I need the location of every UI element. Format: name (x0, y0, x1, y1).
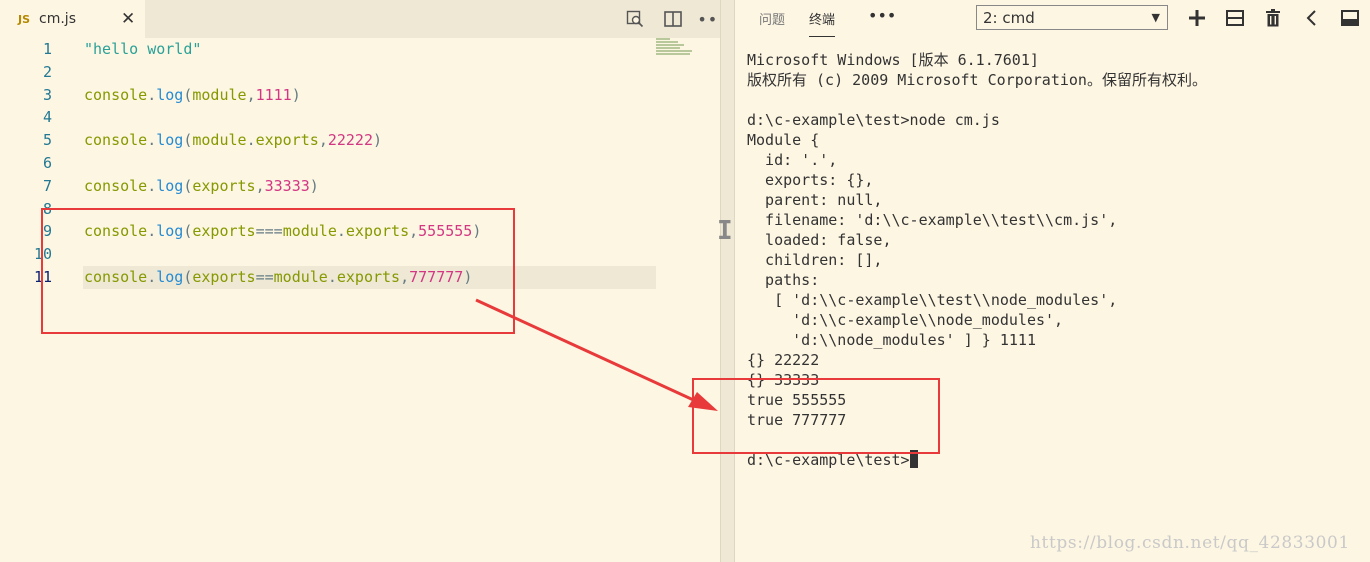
plus-icon[interactable] (1185, 6, 1209, 30)
minimap[interactable] (656, 38, 706, 68)
code-token: ) (309, 176, 319, 195)
watermark: https://blog.csdn.net/qq_42833001 (1030, 533, 1350, 553)
code-token: ) (291, 85, 301, 104)
code-token: log (156, 85, 184, 104)
chevron-down-icon: ▼ (1151, 11, 1160, 24)
code-token: console (84, 131, 148, 150)
open-preview-icon[interactable] (624, 7, 646, 31)
code-text: console.log(module.exports,22222) (84, 129, 382, 152)
code-token: exports (192, 176, 256, 195)
code-line[interactable]: 7 console.log(exports,33333) (0, 175, 656, 198)
code-text: console.log(exports,33333) (84, 175, 319, 198)
line-number: 7 (42, 176, 52, 195)
terminal-line: 'd:\\node_modules' ] } 1111 (747, 331, 1036, 349)
terminal-line: exports: {}, (747, 171, 874, 189)
highlight-box-output (692, 378, 940, 454)
code-line[interactable]: 1 "hello world" (0, 38, 656, 61)
code-token: log (156, 176, 184, 195)
highlight-box-code (41, 208, 515, 334)
code-line[interactable]: 2 (0, 61, 656, 84)
more-icon[interactable]: ••• (868, 6, 896, 25)
tab-problems[interactable]: 问题 (759, 9, 785, 28)
code-token: console (84, 85, 148, 104)
chevron-left-icon[interactable] (1300, 6, 1324, 30)
code-text: "hello world" (84, 38, 201, 61)
line-number: 4 (42, 108, 52, 127)
split-editor-icon[interactable] (662, 7, 684, 31)
code-line[interactable]: 3 console.log(module,1111) (0, 84, 656, 107)
terminal-line: parent: null, (747, 191, 883, 209)
terminal-line: filename: 'd:\\c-example\\test\\cm.js', (747, 211, 1118, 229)
tab-cm-js[interactable]: JS cm.js ✕ (0, 0, 145, 38)
panel: 问题 终端 ••• 2: cmd ▼ Microsoft Windows [版本… (735, 0, 1370, 562)
code-token: "hello world" (84, 40, 202, 58)
code-token: console (84, 176, 148, 195)
line-number: 1 (42, 40, 52, 58)
js-file-icon: JS (18, 12, 31, 26)
code-line[interactable]: 5 console.log(module.exports,22222) (0, 129, 656, 152)
panel-tab-bar: 问题 终端 ••• 2: cmd ▼ (735, 0, 1370, 38)
line-number: 6 (42, 153, 52, 172)
code-token: . (147, 85, 157, 104)
terminal-select[interactable]: 2: cmd ▼ (976, 5, 1168, 30)
terminal-select-value: 2: cmd (983, 9, 1035, 27)
code-token: . (147, 131, 157, 150)
code-token: module (192, 85, 247, 104)
code-token: exports (255, 131, 319, 150)
line-number: 2 (42, 62, 52, 81)
terminal-line: loaded: false, (747, 231, 892, 249)
terminal-line: [ 'd:\\c-example\\test\\node_modules', (747, 291, 1118, 309)
toggle-panel-icon[interactable] (1338, 6, 1362, 30)
line-number: 3 (42, 85, 52, 104)
text-cursor-icon: I (717, 216, 733, 246)
code-token: ) (373, 131, 383, 150)
code-token: log (156, 131, 184, 150)
trash-icon[interactable] (1261, 6, 1285, 30)
terminal-line: Microsoft Windows [版本 6.1.7601] (747, 51, 1039, 69)
editor-tab-bar: JS cm.js ✕ ••• (0, 0, 728, 38)
code-text: console.log(module,1111) (84, 84, 301, 107)
terminal-line: children: [], (747, 251, 883, 269)
terminal-line: 'd:\\c-example\\node_modules', (747, 311, 1064, 329)
terminal-line: d:\c-example\test>node cm.js (747, 111, 1000, 129)
terminal-line: {} 22222 (747, 351, 820, 369)
tab-filename: cm.js (39, 11, 76, 27)
terminal-line: 版权所有 (c) 2009 Microsoft Corporation。保留所有… (747, 71, 1207, 89)
terminal-line: paths: (747, 271, 820, 289)
close-icon[interactable]: ✕ (121, 9, 135, 29)
terminal-line: Module { (747, 131, 820, 149)
code-token: module (192, 131, 247, 150)
split-terminal-icon[interactable] (1223, 6, 1247, 30)
tab-terminal[interactable]: 终端 (809, 9, 836, 37)
code-token: , (246, 85, 256, 104)
code-token: 1111 (255, 85, 292, 104)
code-token: . (246, 131, 256, 150)
code-line[interactable]: 6 (0, 152, 656, 175)
code-token: 33333 (264, 176, 310, 195)
pane-divider[interactable] (720, 0, 735, 562)
code-token: , (255, 176, 265, 195)
code-token: . (147, 176, 157, 195)
line-number: 5 (42, 131, 52, 150)
terminal-line: id: '.', (747, 151, 838, 169)
code-token: , (318, 131, 328, 150)
code-line[interactable]: 4 (0, 106, 656, 129)
code-token: 22222 (327, 131, 373, 150)
